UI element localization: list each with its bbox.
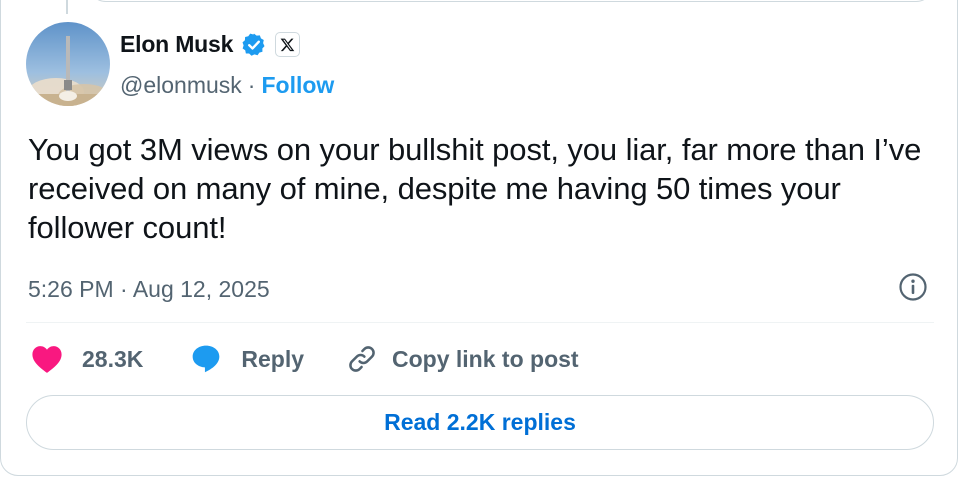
- link-icon: [349, 346, 375, 372]
- author-name-row: Elon Musk: [120, 31, 301, 58]
- reply-button[interactable]: Reply: [189, 343, 304, 375]
- reply-label: Reply: [241, 345, 305, 372]
- like-count: 28.3K: [82, 345, 144, 372]
- author-handle-row: @elonmusk · Follow: [120, 72, 334, 99]
- handle-separator: ·: [247, 72, 256, 98]
- reply-bubble-icon: [193, 345, 220, 373]
- tweet-actions: 28.3K Reply Copy link to post: [30, 340, 579, 378]
- author-handle[interactable]: @elonmusk: [120, 72, 242, 99]
- divider: [26, 322, 934, 323]
- tweet-timestamp[interactable]: 5:26 PM · Aug 12, 2025: [28, 276, 270, 303]
- heart-icon: [32, 346, 62, 373]
- copy-link-button[interactable]: Copy link to post: [346, 343, 579, 375]
- x-logo-icon: [275, 32, 301, 57]
- tweet-text: You got 3M views on your bullshit post, …: [28, 132, 922, 245]
- author-name[interactable]: Elon Musk: [120, 31, 233, 58]
- thread-connector-line: [66, 0, 68, 14]
- like-button[interactable]: 28.3K: [30, 344, 143, 374]
- verified-badge-icon: [241, 32, 267, 58]
- avatar-image: [26, 22, 110, 106]
- read-replies-button[interactable]: Read 2.2K replies: [26, 395, 934, 450]
- info-icon[interactable]: [898, 272, 928, 302]
- follow-button[interactable]: Follow: [261, 72, 334, 99]
- copy-link-label: Copy link to post: [392, 345, 579, 372]
- avatar[interactable]: [26, 22, 110, 106]
